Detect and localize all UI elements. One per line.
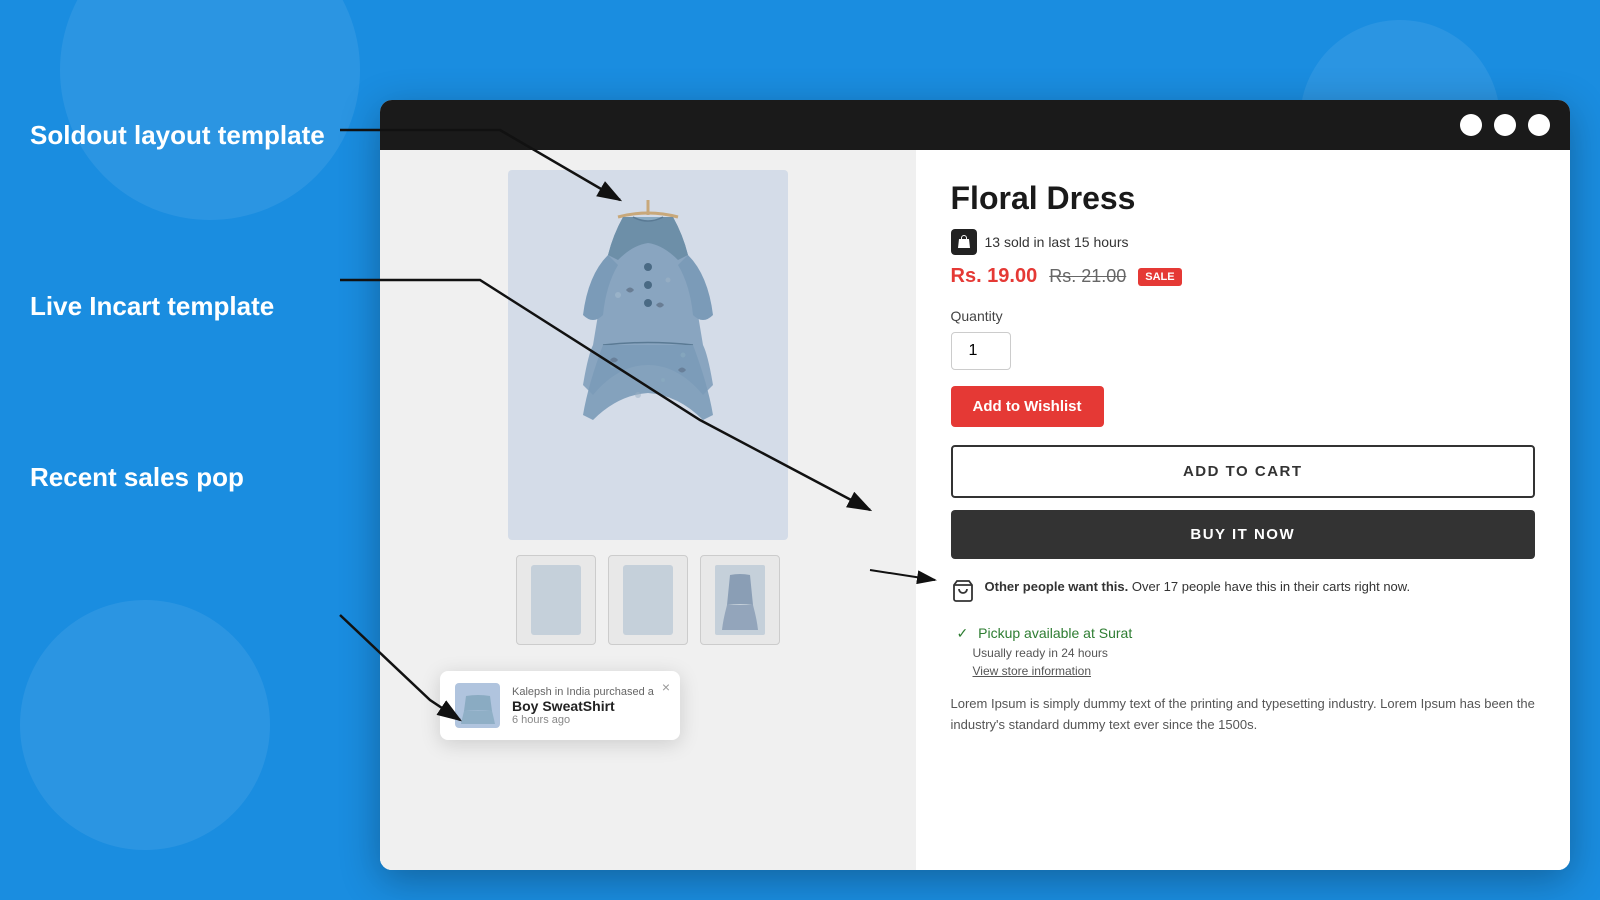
left-labels-container: Soldout layout template Live Incart temp… [30, 0, 370, 900]
pickup-location: Pickup available at Surat [978, 625, 1132, 641]
price-original: Rs. 21.00 [1049, 266, 1126, 287]
incart-text-detail: Over 17 people have this in their carts … [1128, 579, 1410, 594]
browser-dot-1 [1460, 114, 1482, 136]
thumbnail-3[interactable] [700, 555, 780, 645]
thumbnail-1[interactable] [516, 555, 596, 645]
view-store-link[interactable]: View store information [973, 664, 1536, 678]
pickup-section: ✓ Pickup available at Surat Usually read… [951, 625, 1536, 678]
label-live-incart: Live Incart template [30, 291, 370, 322]
incart-text: Other people want this. Over 17 people h… [985, 577, 1411, 597]
product-description: Lorem Ipsum is simply dummy text of the … [951, 694, 1536, 736]
main-product-image [508, 170, 788, 540]
sales-popup-avatar [455, 683, 500, 728]
sales-popup-purchased: Kalepsh in India purchased a [512, 686, 665, 698]
product-page: Kalepsh in India purchased a Boy SweatSh… [380, 150, 1570, 870]
sales-popup-time: 6 hours ago [512, 714, 665, 726]
cart-icon [951, 579, 975, 609]
sales-popup-text: Kalepsh in India purchased a Boy SweatSh… [512, 686, 665, 726]
shopping-bag-icon [951, 229, 977, 255]
label-recent-sales: Recent sales pop [30, 462, 370, 493]
sales-popup-product-name: Boy SweatShirt [512, 698, 665, 714]
label-soldout: Soldout layout template [30, 120, 370, 151]
add-to-cart-button[interactable]: ADD TO CART [951, 445, 1536, 498]
product-image-section: Kalepsh in India purchased a Boy SweatSh… [380, 150, 916, 870]
product-details-section: Floral Dress 13 sold in last 15 hours Rs… [916, 150, 1571, 870]
checkmark-icon: ✓ [957, 625, 969, 641]
pickup-check: ✓ Pickup available at Surat [951, 625, 1536, 642]
quantity-input[interactable] [951, 332, 1011, 370]
browser-dot-3 [1528, 114, 1550, 136]
sold-text: 13 sold in last 15 hours [985, 234, 1129, 250]
price-row: Rs. 19.00 Rs. 21.00 SALE [951, 265, 1536, 288]
wishlist-button[interactable]: Add to Wishlist [951, 386, 1104, 427]
sale-badge: SALE [1138, 268, 1181, 286]
browser-window: Kalepsh in India purchased a Boy SweatSh… [380, 100, 1570, 870]
sales-popup: Kalepsh in India purchased a Boy SweatSh… [440, 671, 680, 740]
browser-dot-2 [1494, 114, 1516, 136]
quantity-label: Quantity [951, 308, 1536, 324]
dress-illustration [538, 195, 758, 515]
price-current: Rs. 19.00 [951, 265, 1038, 288]
sales-popup-close-button[interactable]: × [662, 679, 670, 695]
buy-now-button[interactable]: BUY IT NOW [951, 510, 1536, 559]
browser-header [380, 100, 1570, 150]
thumbnail-2[interactable] [608, 555, 688, 645]
sold-badge: 13 sold in last 15 hours [951, 229, 1536, 255]
incart-notice: Other people want this. Over 17 people h… [951, 577, 1536, 609]
incart-text-bold: Other people want this. [985, 579, 1129, 594]
thumbnail-row [516, 555, 780, 645]
product-title: Floral Dress [951, 180, 1536, 217]
pickup-subtitle: Usually ready in 24 hours [973, 646, 1536, 660]
